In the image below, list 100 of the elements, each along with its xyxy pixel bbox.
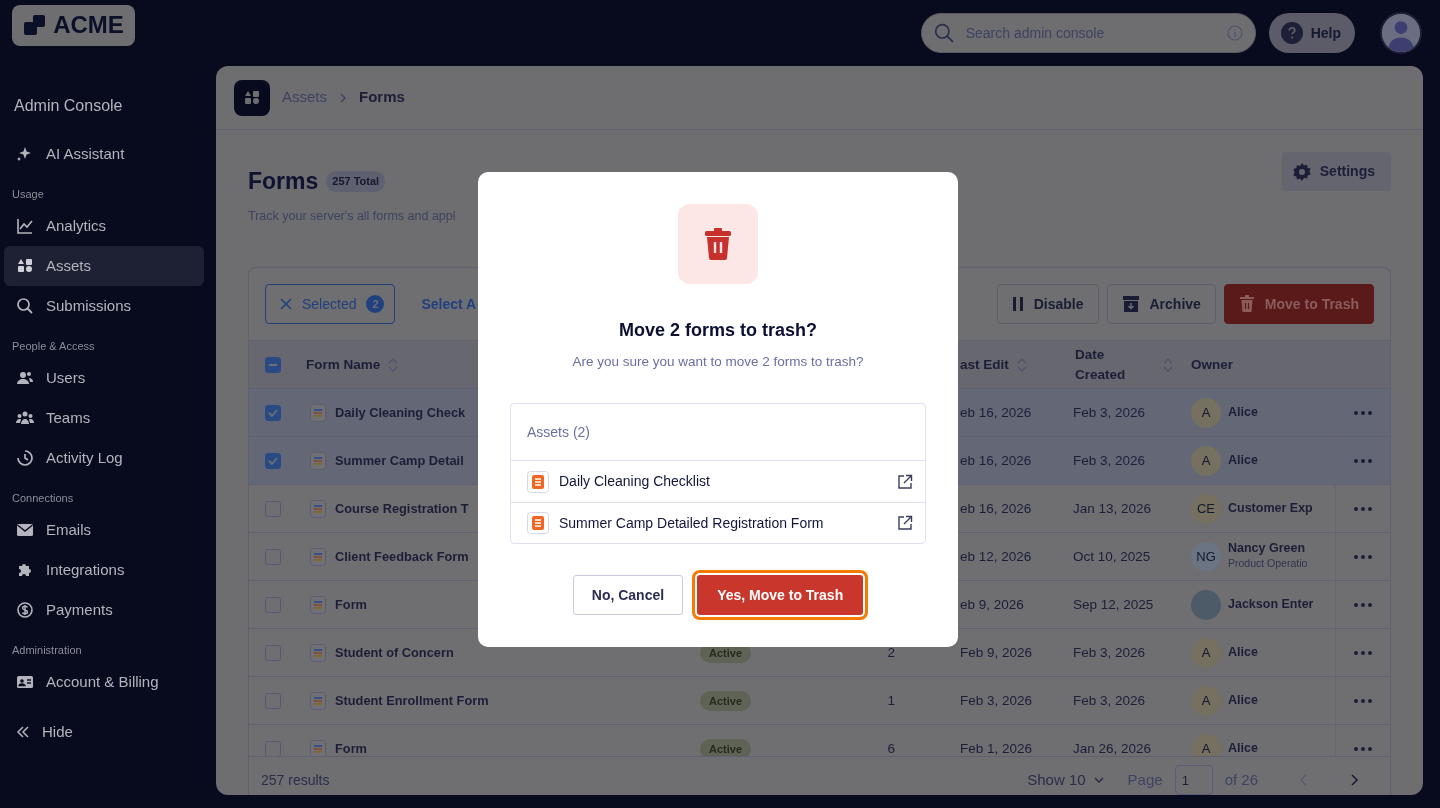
date-cell-text: eb 12, 2026 <box>960 547 1032 566</box>
owner-avatar: A <box>1191 637 1221 668</box>
info-icon[interactable] <box>1226 25 1243 41</box>
shapes-icon <box>16 257 34 275</box>
selected-filter-button[interactable]: Selected 2 <box>265 284 396 325</box>
checkbox[interactable] <box>265 356 281 373</box>
gear-icon <box>1291 161 1312 182</box>
status-badge: Active <box>700 738 752 757</box>
form-name[interactable]: Form <box>335 739 367 757</box>
sidebar-item[interactable]: Teams <box>4 398 204 438</box>
double-chevron-icon <box>16 726 30 738</box>
cancel-button[interactable]: No, Cancel <box>572 575 684 616</box>
sidebar-item[interactable]: Integrations <box>4 550 204 590</box>
more-icon[interactable] <box>1353 698 1372 703</box>
results-count: 257 results <box>261 770 330 790</box>
assets-heading: Assets (2) <box>511 404 925 462</box>
count-cell-text: 2 <box>887 643 895 662</box>
form-icon <box>310 451 326 470</box>
form-icon <box>527 512 549 535</box>
total-count: 257 Total <box>326 171 386 192</box>
sidebar-item[interactable]: Users <box>4 358 204 398</box>
users-icon <box>16 369 34 387</box>
sidebar-item[interactable]: Activity Log <box>4 438 204 478</box>
sidebar-item[interactable]: Account & Billing <box>4 662 204 702</box>
checkbox[interactable] <box>265 404 281 421</box>
more-icon[interactable] <box>1353 554 1372 559</box>
external-link-icon[interactable] <box>897 473 913 490</box>
external-link-icon[interactable] <box>897 515 913 532</box>
sidebar-item[interactable]: Submissions <box>4 286 204 326</box>
owner-avatar: CE <box>1191 493 1221 524</box>
checkbox[interactable] <box>265 596 281 613</box>
checkbox[interactable] <box>265 500 281 517</box>
sidebar-item[interactable]: Assets <box>4 246 204 286</box>
form-icon <box>310 691 326 710</box>
user-avatar[interactable] <box>1380 12 1422 54</box>
asset-name: Daily Cleaning Checklist <box>559 472 710 492</box>
archive-icon <box>1121 295 1140 314</box>
form-name[interactable]: Course Registration T <box>335 499 469 519</box>
form-name[interactable]: Client Feedback Form <box>335 547 469 567</box>
checkbox[interactable] <box>265 740 281 757</box>
form-name[interactable]: Daily Cleaning Check <box>335 403 466 423</box>
owner-name: Alice <box>1228 645 1258 660</box>
date-cell-text: Oct 10, 2025 <box>1073 547 1151 566</box>
next-page-icon[interactable] <box>1350 774 1358 787</box>
more-icon[interactable] <box>1353 746 1372 751</box>
checkbox[interactable] <box>265 548 281 565</box>
owner-name: Customer Exp <box>1228 501 1313 516</box>
form-name[interactable]: Summer Camp Detail <box>335 451 464 471</box>
column-header[interactable]: ast Edit <box>960 354 1009 375</box>
date-cell-text: Feb 3, 2026 <box>1073 451 1146 470</box>
form-icon <box>310 547 326 566</box>
form-icon <box>310 643 326 662</box>
history-icon <box>16 449 34 467</box>
sidebar-item[interactable]: Payments <box>4 590 204 630</box>
column-header[interactable]: Date Created <box>1075 344 1155 385</box>
dollar-icon <box>16 601 34 619</box>
date-cell-text: Feb 3, 2026 <box>960 691 1033 710</box>
question-icon <box>1280 22 1303 44</box>
date-cell-text: eb 16, 2026 <box>960 499 1032 518</box>
checkbox[interactable] <box>265 452 281 469</box>
section-heading: Usage <box>11 186 45 202</box>
section-heading: People & Access <box>11 338 96 354</box>
more-icon[interactable] <box>1353 602 1372 607</box>
sidebar-item[interactable]: Emails <box>4 510 204 550</box>
owner-name: Jackson Enter <box>1228 597 1314 612</box>
column-header[interactable]: Form Name <box>306 354 381 375</box>
more-icon[interactable] <box>1353 458 1372 463</box>
checkbox[interactable] <box>265 692 281 709</box>
form-icon <box>310 499 326 518</box>
settings-button[interactable]: Settings <box>1281 152 1391 191</box>
owner-name: Alice <box>1228 405 1258 420</box>
section-heading: Administration <box>11 642 83 658</box>
select-all-link[interactable]: Select A <box>421 293 477 315</box>
check-icon <box>268 407 278 418</box>
page-size-select[interactable]: Show 10 <box>1027 769 1104 792</box>
sidebar-item[interactable]: AI Assistant <box>4 134 204 174</box>
checkbox[interactable] <box>265 644 281 661</box>
help-button[interactable]: Help <box>1268 13 1355 53</box>
logo-mark-icon <box>23 13 48 37</box>
hide-sidebar-button[interactable]: Hide <box>4 712 204 752</box>
selected-count: 2 <box>366 295 385 314</box>
form-name[interactable]: Student Enrollment Form <box>335 691 489 711</box>
count-cell-text: 1 <box>887 691 895 710</box>
move-to-trash-button[interactable]: Move to Trash <box>1223 284 1374 325</box>
search-icon <box>16 297 34 315</box>
check-icon <box>268 455 278 466</box>
owner-team: Product Operatio <box>1228 555 1308 571</box>
page-input[interactable]: 1 <box>1174 765 1213 795</box>
disable-button[interactable]: Disable <box>996 284 1099 325</box>
page-title: Forms <box>248 167 319 196</box>
more-icon[interactable] <box>1353 410 1372 415</box>
form-name[interactable]: Form <box>335 595 367 615</box>
more-icon[interactable] <box>1353 650 1372 655</box>
date-cell-text: Jan 26, 2026 <box>1073 739 1152 757</box>
date-cell-text: eb 16, 2026 <box>960 451 1032 470</box>
logo[interactable]: ACME <box>12 4 135 46</box>
archive-button[interactable]: Archive <box>1106 284 1216 325</box>
more-icon[interactable] <box>1353 506 1372 511</box>
form-name[interactable]: Student of Concern <box>335 643 454 663</box>
sidebar-item[interactable]: Analytics <box>4 206 204 246</box>
